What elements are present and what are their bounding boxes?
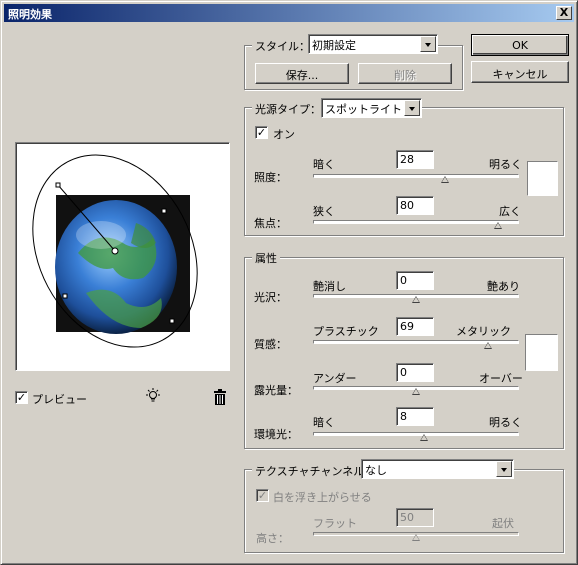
- exposure-input[interactable]: 0: [396, 363, 434, 382]
- chevron-down-icon[interactable]: [496, 461, 512, 477]
- intensity-input[interactable]: 28: [396, 150, 434, 169]
- preview-image: [32, 154, 198, 348]
- focus-slider-thumb[interactable]: [494, 222, 503, 229]
- style-label: スタイル：: [252, 38, 313, 54]
- ok-button[interactable]: OK: [471, 34, 569, 56]
- material-input[interactable]: 69: [396, 317, 434, 336]
- light-color-swatch[interactable]: [527, 161, 558, 196]
- gloss-input[interactable]: 0: [396, 271, 434, 290]
- white-high-checkbox: ✓: [256, 489, 269, 502]
- ambience-slider-thumb[interactable]: [420, 434, 429, 441]
- material-slider-thumb[interactable]: [484, 342, 493, 349]
- close-button[interactable]: X: [556, 6, 572, 20]
- focus-slider-track[interactable]: [313, 220, 519, 224]
- chevron-down-icon[interactable]: [420, 36, 436, 52]
- ambience-slider-track[interactable]: [313, 432, 519, 436]
- light-direction-handle[interactable]: [55, 182, 61, 188]
- intensity-label: 照度：: [254, 171, 287, 184]
- focus-label: 焦点：: [254, 217, 287, 230]
- light-on-checkbox[interactable]: ✓: [255, 126, 268, 139]
- height-input: 50: [396, 508, 434, 527]
- ambience-label: 環境光：: [254, 428, 298, 441]
- focus-min-label: 狭く: [313, 205, 335, 218]
- texture-channel-label: テクスチャチャンネル：: [252, 463, 379, 479]
- gloss-max-label: 艶あり: [487, 280, 520, 293]
- light-type-select-value: スポットライト: [325, 103, 402, 116]
- lightbulb-icon[interactable]: [144, 387, 162, 408]
- save-button[interactable]: 保存...: [255, 63, 349, 84]
- material-label: 質感：: [254, 338, 287, 351]
- exposure-label: 露光量：: [254, 384, 298, 397]
- light-ellipse-handle[interactable]: [62, 293, 68, 299]
- white-high-label: 白を浮き上がらせる: [273, 491, 372, 504]
- texture-channel-select[interactable]: なし: [361, 459, 514, 479]
- window-title: 照明効果: [8, 8, 52, 21]
- gloss-slider-thumb[interactable]: [412, 296, 420, 303]
- gloss-label: 光沢：: [254, 291, 287, 304]
- lighting-effects-dialog: 照明効果 X ✓ プレビュー OK キャンセル スタイル： 初期設定 保存...…: [0, 0, 578, 565]
- light-ellipse-handle[interactable]: [161, 208, 167, 214]
- ambience-max-label: 明るく: [489, 416, 522, 429]
- properties-label: 属性: [252, 250, 280, 266]
- exposure-slider-thumb[interactable]: [412, 388, 420, 395]
- ambience-input[interactable]: 8: [396, 407, 434, 426]
- ambience-min-label: 暗く: [313, 416, 335, 429]
- intensity-slider-thumb[interactable]: [440, 176, 449, 183]
- exposure-max-label: オーバー: [479, 372, 523, 385]
- style-select[interactable]: 初期設定: [308, 34, 438, 54]
- preview-canvas[interactable]: [15, 142, 230, 371]
- intensity-slider-track[interactable]: [313, 174, 519, 178]
- light-ellipse-handle[interactable]: [169, 318, 175, 324]
- preview-checkbox[interactable]: ✓: [15, 391, 28, 404]
- light-type-select[interactable]: スポットライト: [321, 98, 422, 118]
- height-max-label: 起伏: [492, 517, 514, 530]
- preview-label: プレビュー: [32, 393, 87, 406]
- cancel-button[interactable]: キャンセル: [471, 61, 569, 83]
- intensity-min-label: 暗く: [313, 158, 335, 171]
- light-center-handle[interactable]: [111, 247, 119, 255]
- focus-max-label: 広く: [499, 205, 521, 218]
- material-color-swatch[interactable]: [525, 334, 558, 371]
- height-slider-thumb: [412, 534, 420, 541]
- delete-button: 削除: [358, 63, 452, 84]
- gloss-min-label: 艶消し: [313, 280, 346, 293]
- chevron-down-icon[interactable]: [404, 100, 420, 116]
- light-on-label: オン: [273, 128, 295, 141]
- title-bar: 照明効果 X: [4, 4, 574, 22]
- material-max-label: メタリック: [456, 325, 511, 338]
- material-min-label: プラスチック: [313, 325, 379, 338]
- focus-input[interactable]: 80: [396, 196, 434, 215]
- intensity-max-label: 明るく: [489, 158, 522, 171]
- trash-icon[interactable]: [212, 389, 228, 409]
- height-label: 高さ：: [256, 532, 289, 545]
- texture-channel-select-value: なし: [365, 464, 387, 477]
- height-min-label: フラット: [313, 517, 357, 530]
- style-select-value: 初期設定: [312, 39, 356, 52]
- exposure-min-label: アンダー: [313, 372, 357, 385]
- light-type-label: 光源タイプ：: [252, 101, 324, 117]
